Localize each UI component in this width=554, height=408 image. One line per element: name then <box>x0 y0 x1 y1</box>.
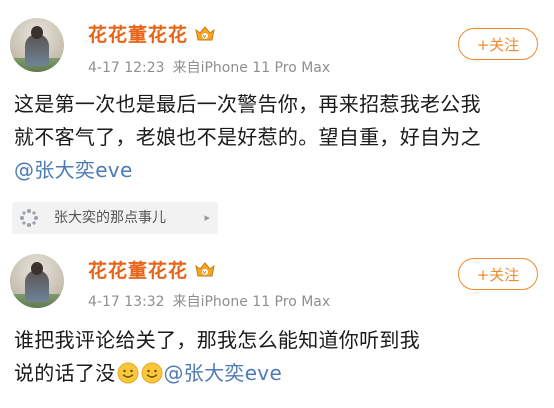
username[interactable]: 花花董花花 v <box>88 20 216 47</box>
post-source: 来自iPhone 11 Pro Max <box>172 60 331 76</box>
username[interactable]: 花花董花花 v <box>88 256 216 283</box>
weibo-post: 花花董花花 v 4-17 13:32 来自iPhone 11 Pro Max +关… <box>0 236 554 408</box>
post-meta: 4-17 13:32 来自iPhone 11 Pro Max <box>88 291 330 311</box>
mention-link[interactable]: @张大奕eve <box>14 158 133 182</box>
topic-label: 张大奕的那点事儿 <box>54 210 166 226</box>
smile-emoji-icon <box>117 361 139 384</box>
post-text-line: 谁把我评论给关了，那我怎么能知道你听到我 <box>14 328 420 352</box>
follow-button[interactable]: +关注 <box>458 28 538 60</box>
post-text: 谁把我评论给关了，那我怎么能知道你听到我 说的话了没 @张大奕eve <box>14 324 544 390</box>
chevron-right-icon: ▸ <box>204 211 210 224</box>
post-text-line: 说的话了没 <box>14 361 116 385</box>
follow-button[interactable]: +关注 <box>458 258 538 290</box>
smile-emoji-icon <box>141 361 163 384</box>
avatar-head <box>31 26 43 39</box>
svg-text:v: v <box>203 34 207 40</box>
post-time: 4-17 13:32 <box>88 294 165 310</box>
post-meta: 4-17 12:23 来自iPhone 11 Pro Max <box>88 57 330 77</box>
mention-link[interactable]: @张大奕eve <box>164 361 283 385</box>
avatar-head <box>31 262 43 275</box>
weibo-post: 花花董花花 v 4-17 12:23 来自iPhone 11 Pro Max +关… <box>0 0 554 200</box>
svg-text:v: v <box>203 270 207 276</box>
avatar[interactable] <box>10 254 64 308</box>
username-text[interactable]: 花花董花花 <box>88 260 188 282</box>
post-text-line: 这是第一次也是最后一次警告你，再来招惹我老公我 <box>14 92 481 116</box>
post-source: 来自iPhone 11 Pro Max <box>172 294 331 310</box>
avatar[interactable] <box>10 18 64 72</box>
vip-crown-badge-icon: v <box>194 260 216 280</box>
vip-crown-badge-icon: v <box>194 24 216 44</box>
username-text[interactable]: 花花董花花 <box>88 24 188 46</box>
topic-sparkle-icon <box>19 208 39 228</box>
post-text: 这是第一次也是最后一次警告你，再来招惹我老公我 就不客气了，老娘也不是好惹的。望… <box>14 88 544 187</box>
topic-link[interactable]: 张大奕的那点事儿 ▸ <box>12 202 218 234</box>
post-time: 4-17 12:23 <box>88 60 165 76</box>
post-text-line: 就不客气了，老娘也不是好惹的。望自重，好自为之 <box>14 125 481 149</box>
